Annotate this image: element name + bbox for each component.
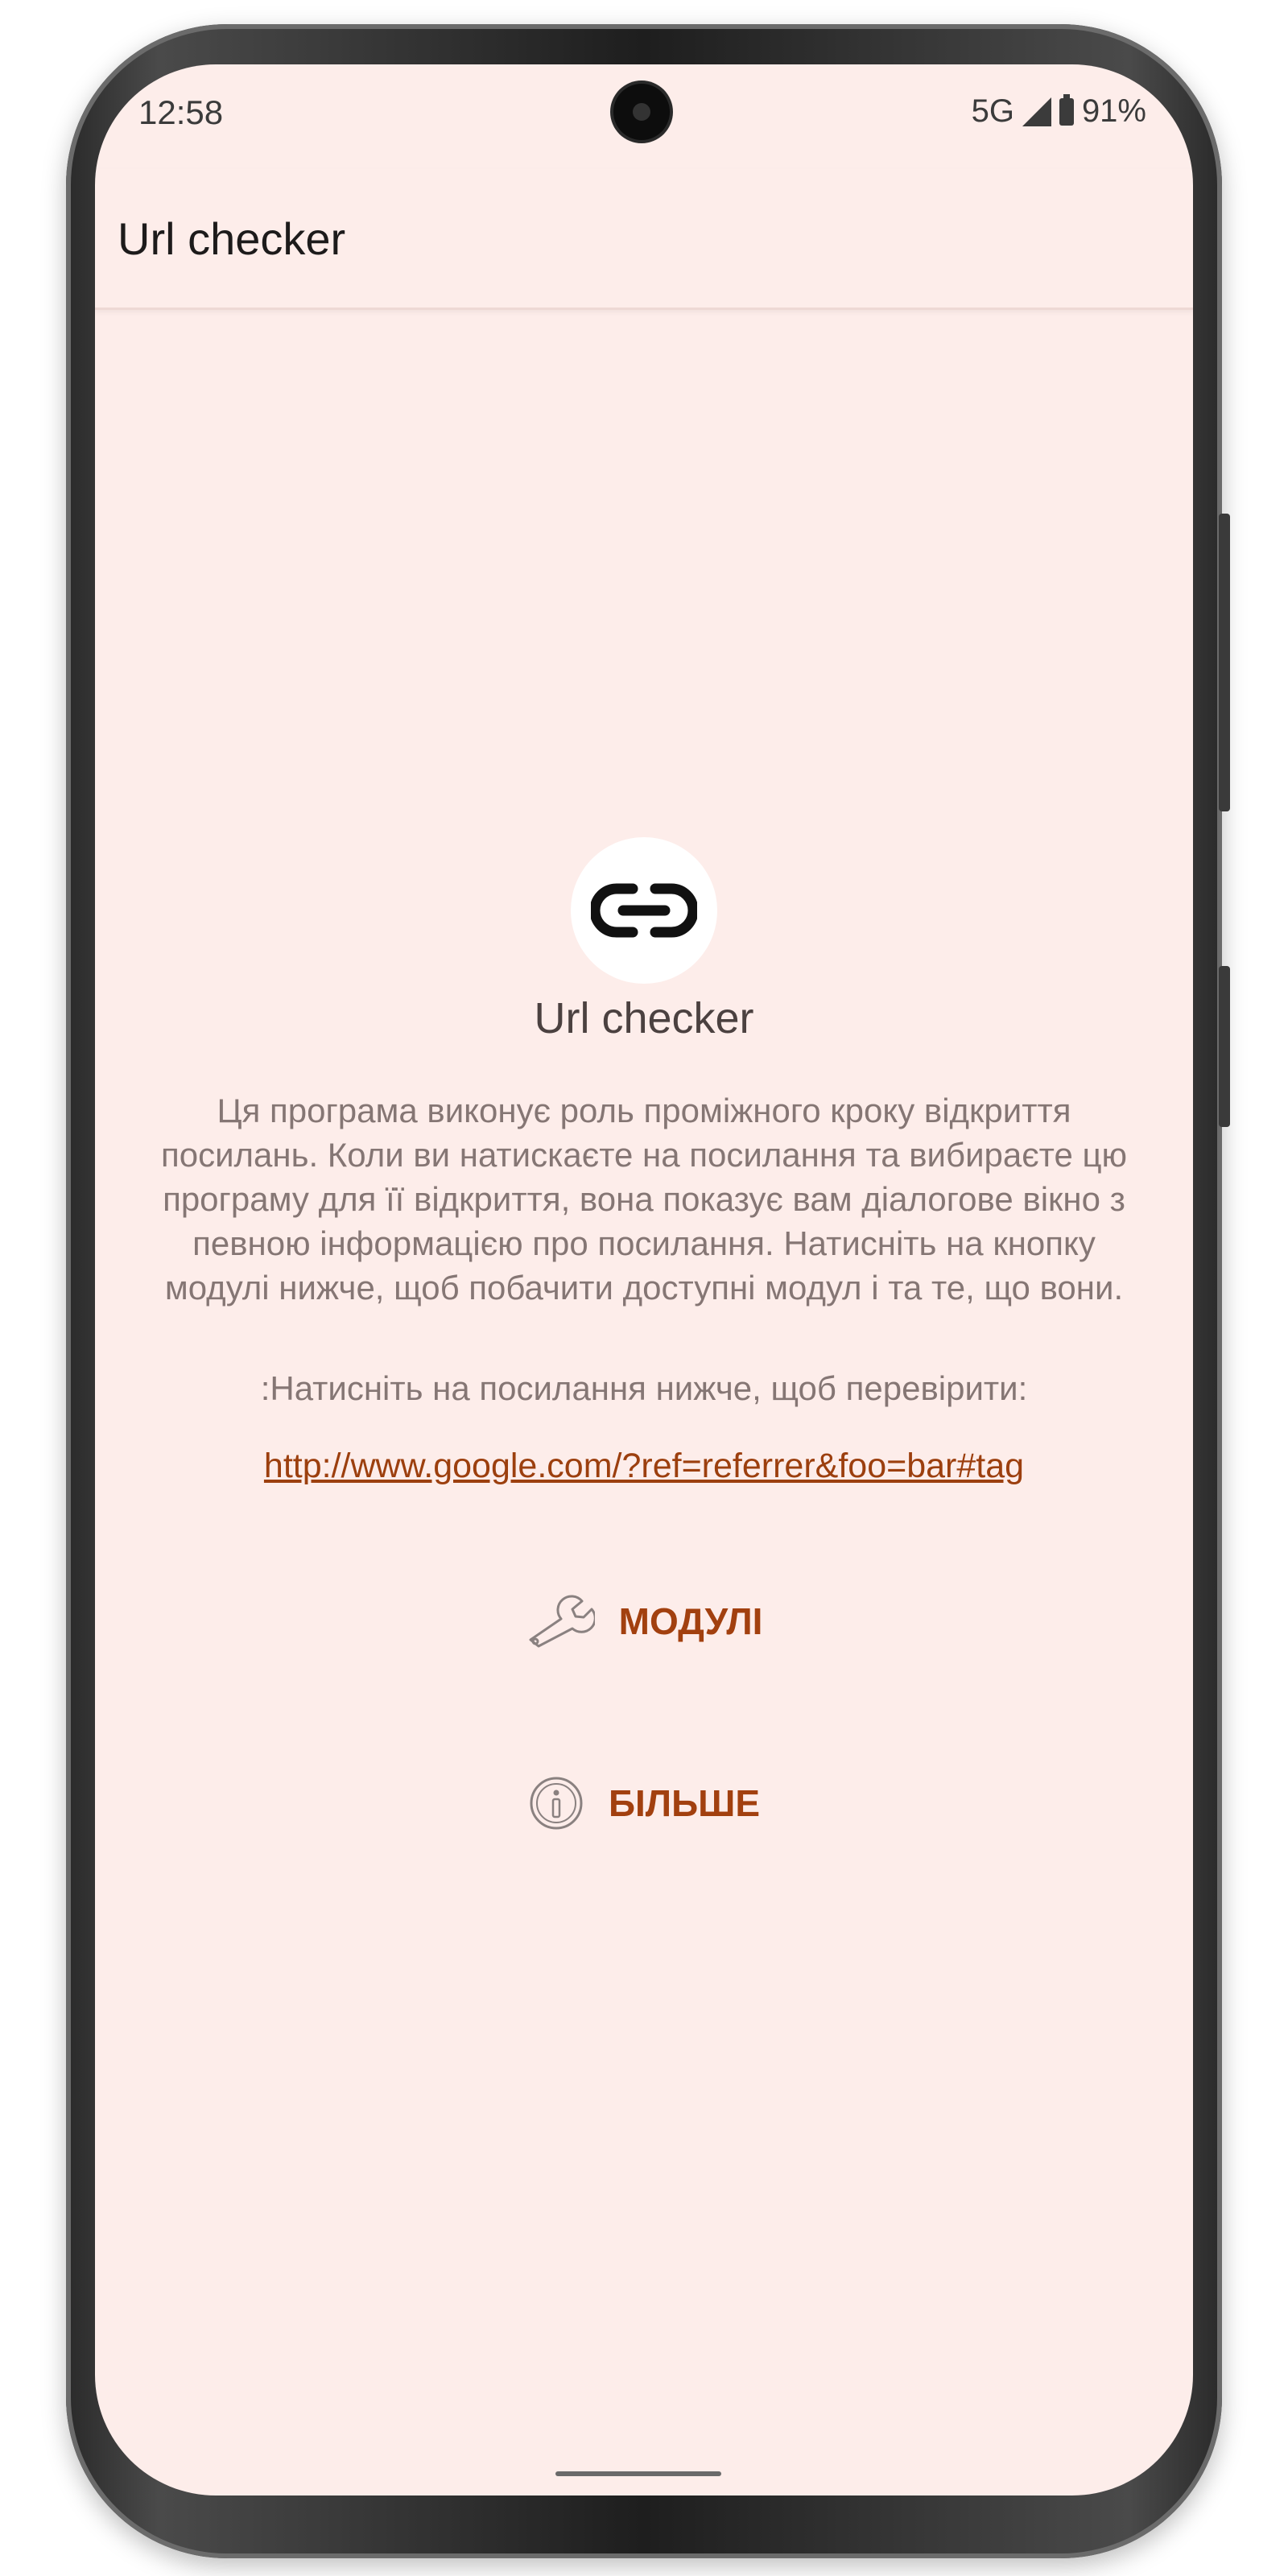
navigation-handle[interactable] [555,2471,721,2476]
app-bar-title: Url checker [118,213,346,264]
more-button-label: БІЛЬШЕ [608,1782,761,1824]
app-description: Ця програма виконує роль проміжного крок… [160,1092,1128,1307]
app-logo [571,837,717,984]
screen: 12:58 5G 91% Url checker Url checker Ця … [95,64,1193,2496]
modules-button[interactable]: МОДУЛІ [95,1581,1193,1662]
status-indicators: 5G 91% [972,93,1146,130]
app-bar: Url checker [95,169,1193,310]
modules-button-label: МОДУЛІ [618,1600,763,1642]
front-camera [613,84,670,140]
volume-button [1219,966,1230,1127]
network-label: 5G [971,93,1014,129]
app-name: Url checker [534,994,754,1042]
battery-icon [1059,93,1074,126]
main-content: Url checker Ця програма виконує роль про… [95,837,1193,1843]
link-icon [591,883,697,938]
wrench-icon [529,1595,595,1648]
signal-icon [1022,97,1051,126]
more-button[interactable]: БІЛЬШЕ [95,1763,1193,1843]
battery-level: 91% [1081,93,1146,129]
status-time: 12:58 [138,93,224,131]
test-prompt: :Натисніть на посилання нижче, щоб перев… [260,1369,1028,1407]
power-button [1219,514,1230,811]
info-icon [530,1777,583,1830]
status-bar: 12:58 5G 91% [95,64,1193,169]
test-link[interactable]: http://www.google.com/?ref=referrer&foo=… [264,1447,1024,1486]
